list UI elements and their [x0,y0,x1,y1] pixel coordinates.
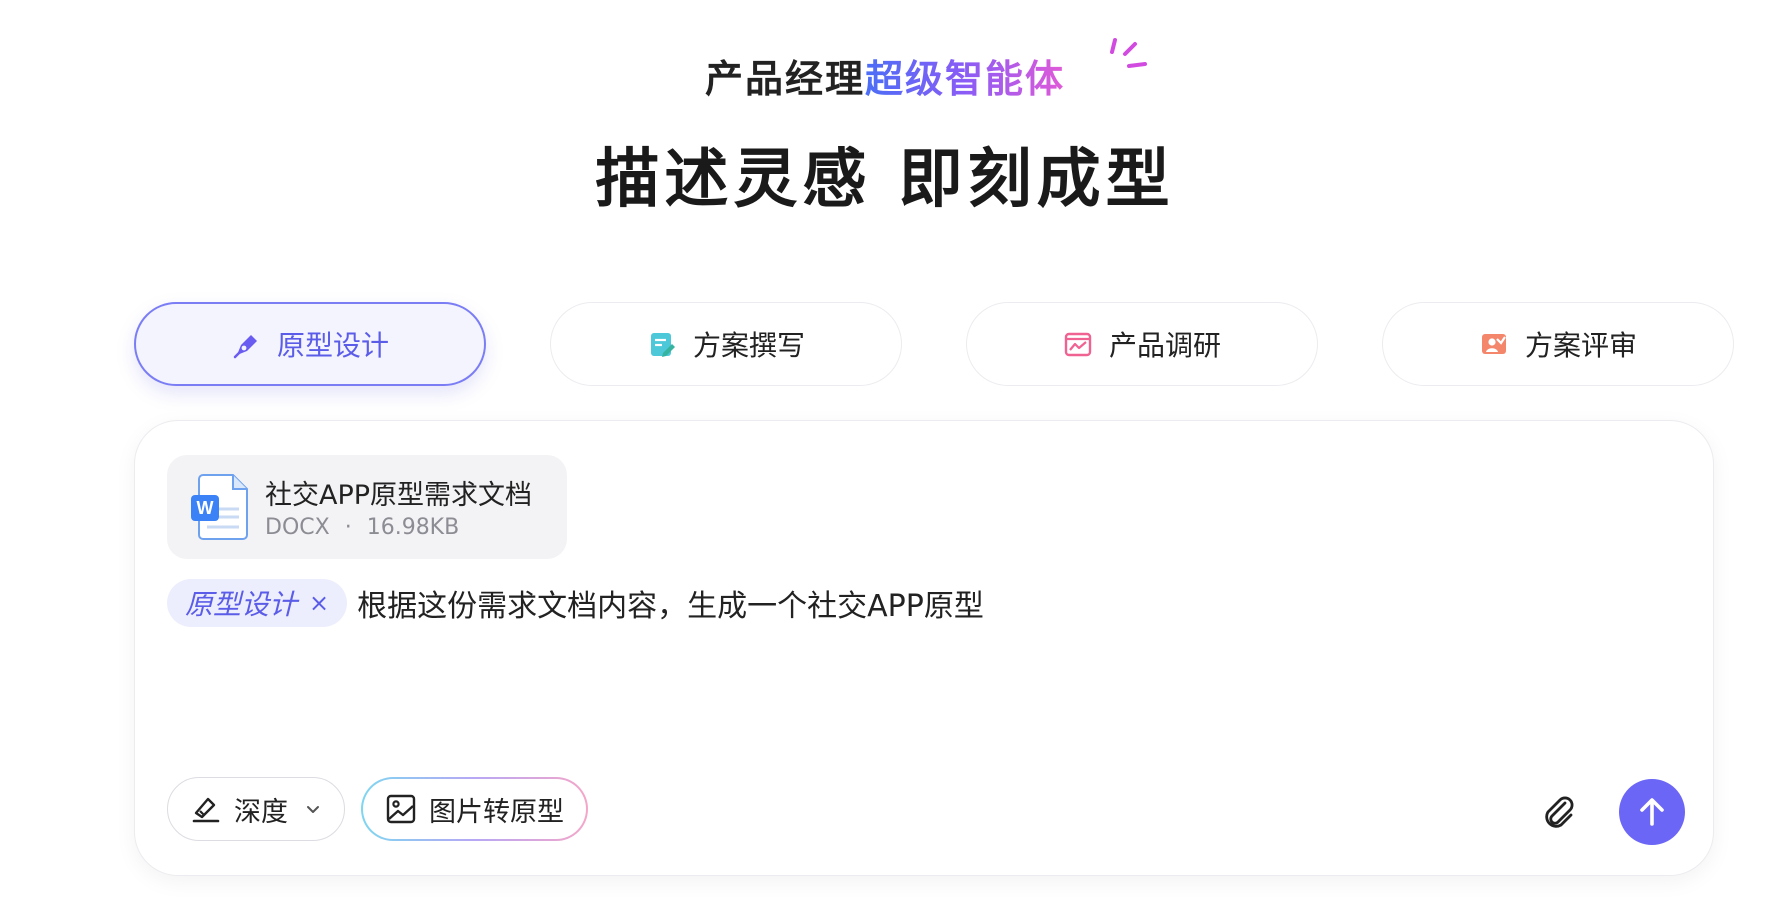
image-to-prototype-label: 图片转原型 [429,796,564,828]
paperclip-icon[interactable] [1539,791,1579,831]
tab-proposal-review[interactable]: 方案评审 [1382,302,1734,386]
attached-file-card[interactable]: W 社交APP原型需求文档 DOCX · 16.98KB [167,455,567,559]
image-to-prototype-button[interactable]: 图片转原型 [361,777,588,841]
tab-label: 原型设计 [276,329,389,362]
tab-proposal-writing[interactable]: 方案撰写 [550,302,902,386]
file-meta-separator: · [344,515,352,540]
composer-toolbar: 深度 图片转原型 [167,777,588,841]
chart-icon [1064,332,1092,357]
doc-edit-icon [650,333,675,357]
file-name: 社交APP原型需求文档 [265,480,533,511]
depth-mode-label: 深度 [234,796,288,828]
file-type: DOCX [265,515,330,540]
chevron-down-icon [307,806,319,813]
file-size: 16.98KB [366,515,460,540]
arrow-up-icon [1640,798,1664,826]
tab-product-research[interactable]: 产品调研 [966,302,1318,386]
svg-text:W: W [197,498,214,518]
tab-prototype-design[interactable]: 原型设计 [134,302,486,386]
subtitle-highlight: 超级智能体 [865,57,1066,101]
prompt-text[interactable]: 根据这份需求文档内容，生成一个社交APP原型 [357,581,984,625]
close-icon[interactable]: × [309,589,329,617]
pen-icon [233,335,257,359]
prompt-input[interactable]: 原型设计 × 根据这份需求文档内容，生成一个社交APP原型 [167,579,984,627]
review-icon [1481,334,1506,354]
chip-label: 原型设计 [185,588,298,621]
word-doc-icon: W [191,474,248,540]
mode-tabs: 原型设计 方案撰写 产品调研 方案评审 [134,302,1734,386]
tab-label: 方案评审 [1524,329,1637,362]
mode-chip: 原型设计 × [167,579,348,627]
send-button[interactable] [1619,779,1685,845]
image-icon [386,794,416,824]
prompt-composer: W 社交APP原型需求文档 DOCX · 16.98KB 原型设计 × 根据这份… [134,420,1714,876]
file-meta: DOCX · 16.98KB [265,515,459,540]
hero-subtitle: 产品经理超级智能体 [0,48,1770,103]
subtitle-plain: 产品经理 [704,57,865,101]
tab-label: 产品调研 [1108,329,1221,362]
brush-icon [192,797,220,823]
sparkle-icon [1110,38,1147,68]
depth-mode-dropdown[interactable]: 深度 [167,777,345,841]
page-title: 描述灵感 即刻成型 [595,143,1175,217]
tab-label: 方案撰写 [692,329,805,362]
